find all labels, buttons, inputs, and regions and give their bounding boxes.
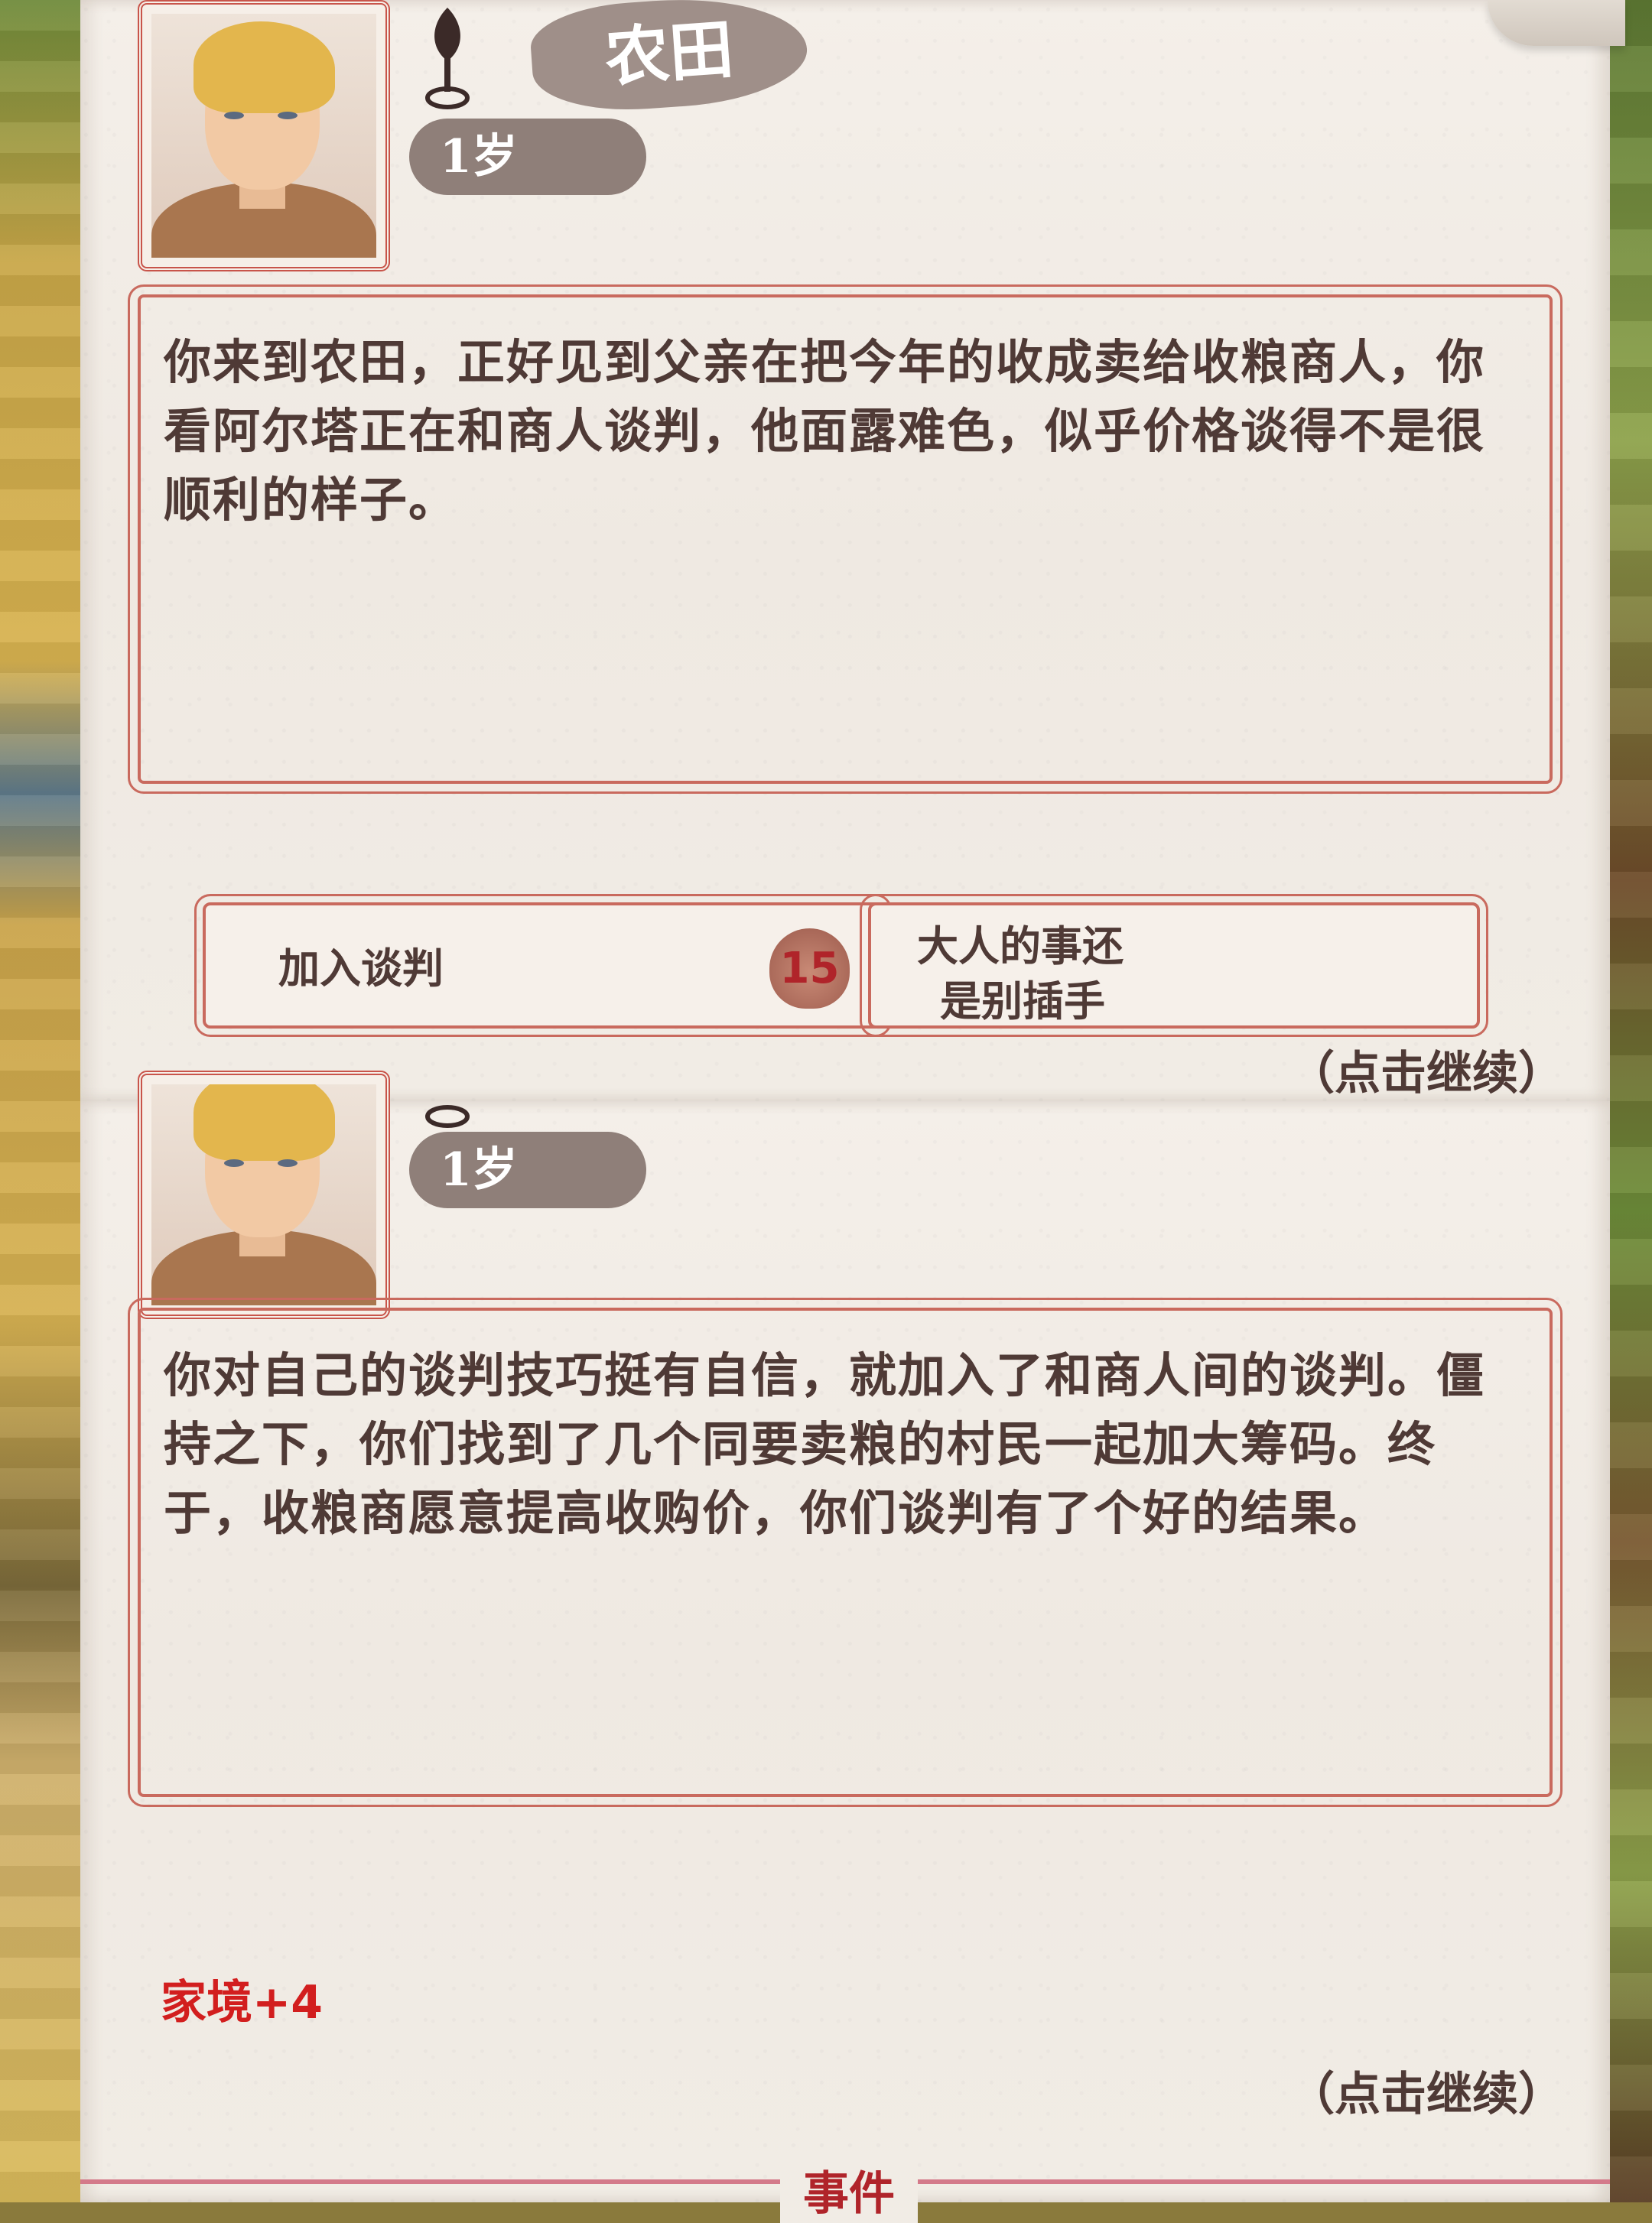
choice-stay-out-button[interactable]: 大人的事还 是别插手 — [860, 894, 1488, 1037]
event-panel-bottom[interactable]: 1岁 你对自己的谈判技巧挺有自信，就加入了和商人间的谈判。僵持之下，你们找到了几… — [80, 1071, 1610, 2223]
events-label: 事件 — [780, 2156, 918, 2223]
location-title: 农田 — [528, 0, 811, 117]
choice-label: 大人的事还 是别插手 — [917, 919, 1124, 1029]
background-scenery-left — [0, 0, 92, 2202]
character-portrait — [138, 1071, 390, 1319]
continue-hint[interactable]: （点击继续） — [1289, 2057, 1564, 2124]
character-portrait — [138, 0, 390, 271]
age-badge: 1岁 — [409, 119, 646, 195]
paper-curl — [1488, 0, 1625, 46]
stat-change: 家境+4 — [161, 1976, 324, 2030]
continue-hint[interactable]: （点击继续） — [1289, 1036, 1564, 1103]
leaf-cost-icon: 15 — [769, 928, 850, 1009]
sigil-icon — [425, 8, 470, 109]
avatar — [151, 1084, 376, 1305]
narrative-box: 你来到农田，正好见到父亲在把今年的收成卖给收粮商人，你看阿尔塔正在和商人谈判，他… — [128, 284, 1563, 794]
choice-label-line1: 大人的事还 — [917, 922, 1124, 970]
choice-join-negotiation-button[interactable]: 加入谈判 15 — [194, 894, 892, 1037]
events-section-header: 事件 — [80, 2156, 1610, 2223]
event-panel-top[interactable]: 农田 1岁 你来到农田，正好见到父亲在把今年的收成卖给收粮商人，你看阿尔塔正在和… — [80, 0, 1625, 1103]
choice-label-line2: 是别插手 — [940, 977, 1105, 1025]
narrative-text: 你来到农田，正好见到父亲在把今年的收成卖给收粮商人，你看阿尔塔正在和商人谈判，他… — [164, 334, 1486, 528]
choice-label: 加入谈判 — [278, 944, 444, 993]
age-badge: 1岁 — [409, 1132, 646, 1208]
cost-value: 15 — [779, 944, 840, 993]
avatar — [151, 14, 376, 258]
narrative-text: 你对自己的谈判技巧挺有自信，就加入了和商人间的谈判。僵持之下，你们找到了几个同要… — [164, 1347, 1486, 1541]
narrative-box: 你对自己的谈判技巧挺有自信，就加入了和商人间的谈判。僵持之下，你们找到了几个同要… — [128, 1298, 1563, 1807]
